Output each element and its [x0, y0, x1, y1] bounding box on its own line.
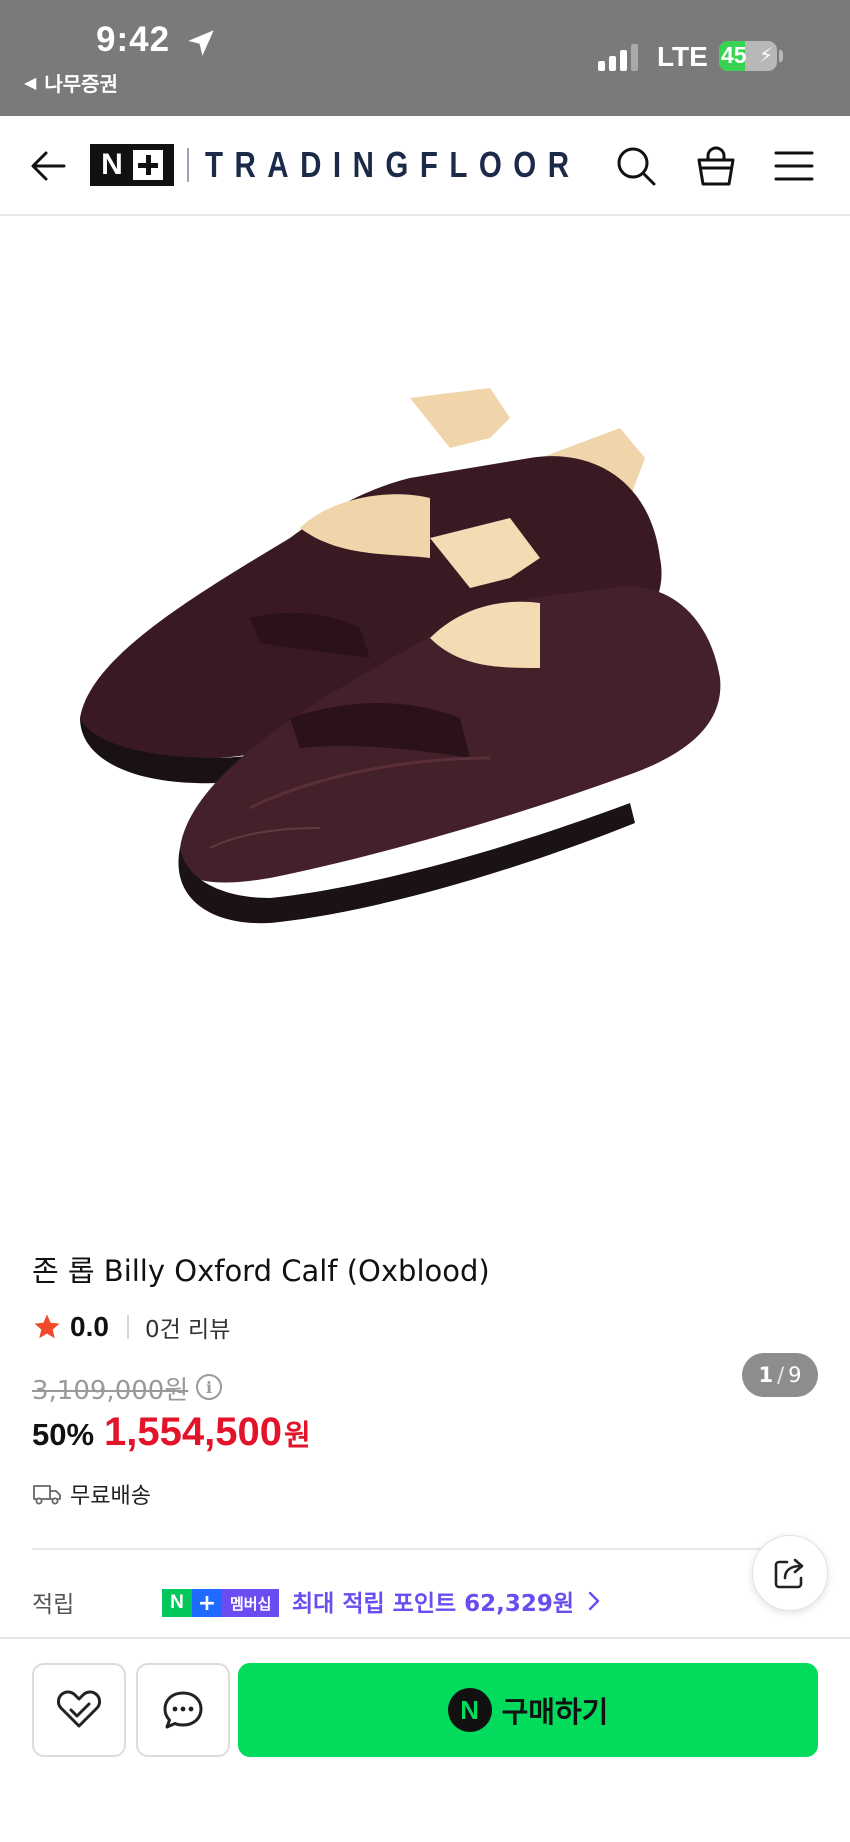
product-image-gallery[interactable]: 1 / 9: [0, 218, 850, 1397]
chevron-right-icon: [588, 1591, 600, 1611]
talk-button[interactable]: [136, 1663, 230, 1757]
points-label: 적립: [32, 1592, 75, 1618]
price-info-icon[interactable]: i: [196, 1374, 222, 1400]
location-arrow-icon: [188, 30, 214, 56]
logo-n: N: [101, 148, 123, 181]
sale-price-row: 50% 1,554,500 원: [32, 1410, 311, 1455]
naver-pay-icon: N: [447, 1688, 492, 1732]
logo-divider: [187, 148, 189, 182]
star-icon: [34, 1314, 60, 1339]
status-bar: 9:42 ◀ 나무증권 LTE 45 ⚡: [0, 0, 850, 116]
buy-now-button[interactable]: N 구매하기: [238, 1663, 818, 1757]
share-icon: [774, 1558, 804, 1589]
max-points-link[interactable]: 최대 적립 포인트 62,329원: [292, 1584, 602, 1618]
heart-check-icon: [56, 1690, 102, 1728]
shopping-bag-icon[interactable]: [694, 144, 738, 188]
gallery-pager: 1 / 9: [742, 1353, 818, 1397]
section-divider: [32, 1548, 818, 1550]
review-count-link[interactable]: 0건 리뷰: [145, 1310, 230, 1344]
cellular-signal-icon: [598, 43, 638, 71]
badge-plus: +: [192, 1589, 222, 1617]
max-points-text: 최대 적립 포인트 62,329원: [292, 1591, 575, 1617]
product-image[interactable]: [70, 378, 790, 938]
battery-icon: 45 ⚡: [719, 41, 777, 71]
battery-level: 45: [721, 42, 747, 68]
naver-plus-logo[interactable]: N: [90, 144, 174, 186]
back-to-app-link[interactable]: ◀ 나무증권: [24, 68, 118, 97]
gallery-current: 1: [758, 1363, 774, 1387]
wishlist-button[interactable]: [32, 1663, 126, 1757]
bottom-action-bar: N 구매하기: [0, 1637, 850, 1842]
product-title: 존 롭 Billy Oxford Calf (Oxblood): [32, 1254, 490, 1288]
battery-cap: [779, 50, 783, 62]
membership-badge: N + 멤버십: [162, 1589, 280, 1617]
badge-membership: 멤버십: [222, 1589, 280, 1617]
network-type: LTE: [657, 41, 708, 72]
chat-bubble-icon: [163, 1691, 203, 1729]
charging-bolt-icon: ⚡: [758, 43, 773, 67]
gallery-total: 9: [788, 1363, 802, 1387]
share-button[interactable]: [752, 1535, 828, 1611]
plus-icon: [132, 150, 163, 180]
product-rating: 0.0 0건 리뷰: [32, 1310, 230, 1344]
search-icon[interactable]: [614, 144, 658, 188]
back-app-label: 나무증권: [44, 72, 118, 96]
site-header: N TRADINGFLOOR: [0, 116, 850, 216]
rating-divider: [126, 1315, 129, 1339]
menu-icon[interactable]: [772, 144, 816, 188]
sale-price-currency: 원: [284, 1418, 311, 1452]
gallery-separator: /: [777, 1363, 785, 1387]
status-time: 9:42: [96, 20, 171, 59]
brand-name[interactable]: TRADINGFLOOR: [205, 144, 581, 186]
rating-value: 0.0: [70, 1311, 109, 1342]
back-arrow-icon[interactable]: [28, 146, 68, 186]
badge-n: N: [162, 1589, 192, 1617]
truck-icon: [33, 1485, 61, 1505]
sale-price: 1,554,500: [104, 1410, 282, 1454]
shipping-label: 무료배송: [70, 1484, 151, 1509]
shipping-info: 무료배송: [32, 1478, 151, 1510]
buy-now-label: 구매하기: [501, 1695, 609, 1729]
original-price: 3,109,000원: [32, 1376, 189, 1406]
discount-rate: 50%: [32, 1417, 95, 1452]
back-triangle-icon: ◀: [24, 73, 37, 92]
